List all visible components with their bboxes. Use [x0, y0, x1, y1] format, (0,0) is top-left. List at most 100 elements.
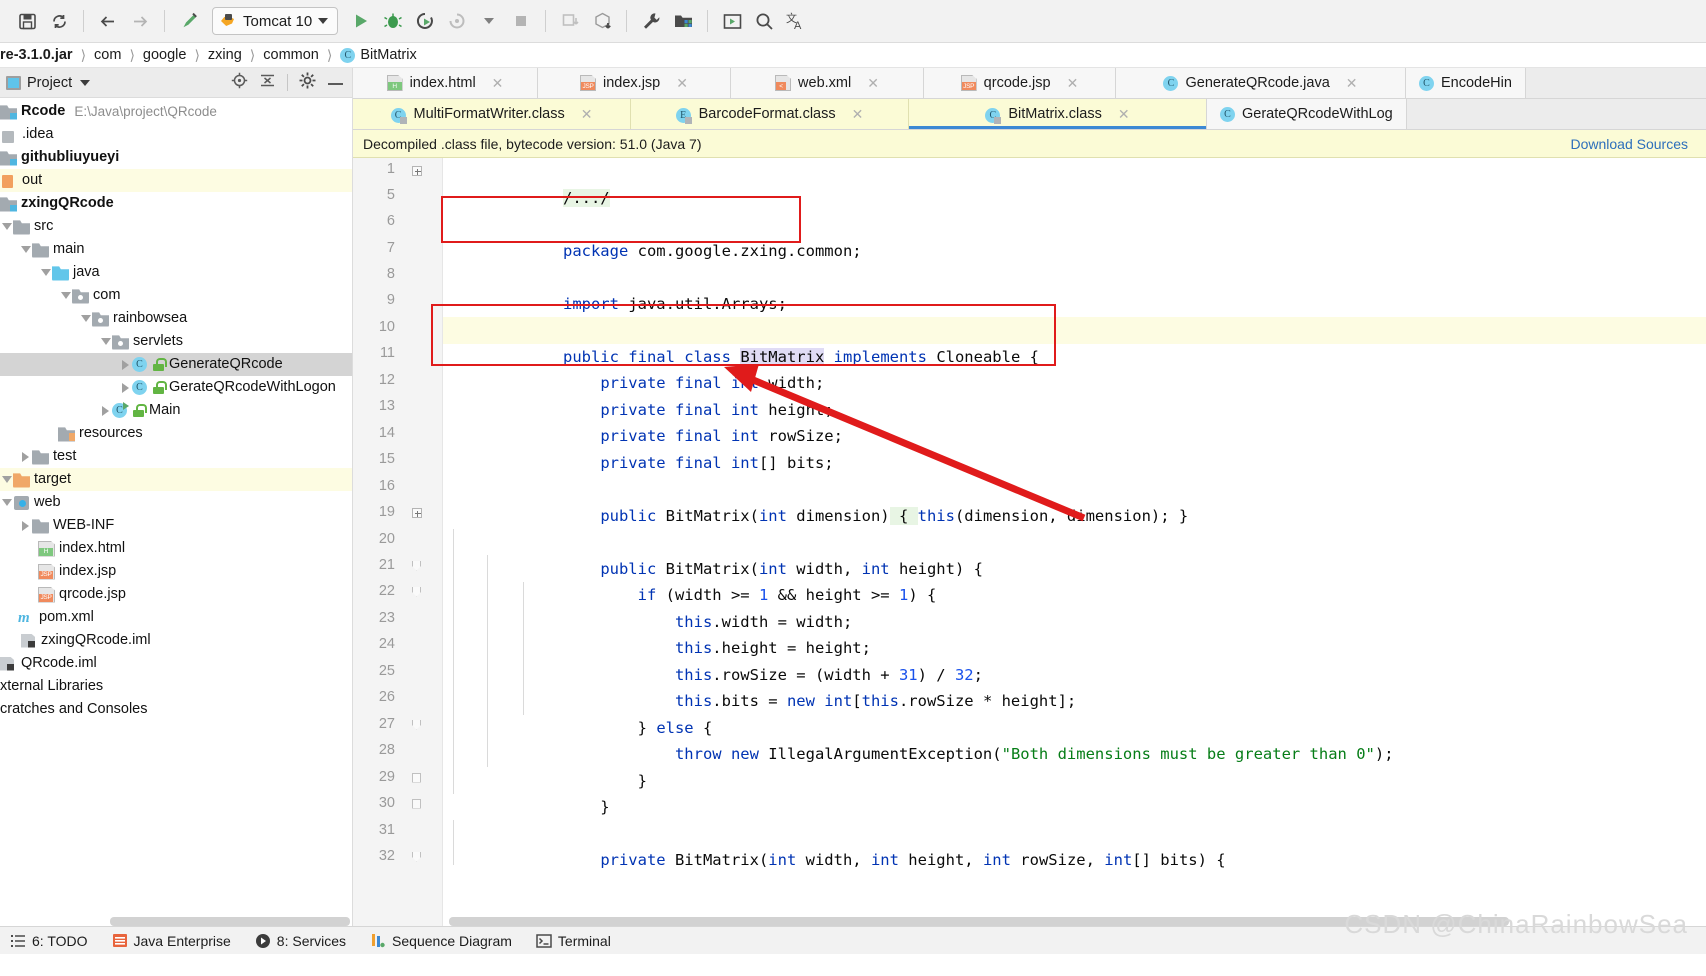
- breadcrumb-item-com[interactable]: com: [94, 47, 121, 63]
- tab-barcodeformat-class[interactable]: E BarcodeFormat.class ✕: [631, 99, 909, 129]
- chevron-down-icon[interactable]: [0, 476, 13, 483]
- close-icon[interactable]: ✕: [1118, 107, 1130, 121]
- fold-collapse-icon[interactable]: [411, 507, 422, 518]
- fold-collapse-icon[interactable]: [411, 719, 422, 730]
- tree-item-idea[interactable]: .idea: [0, 123, 352, 146]
- fold-collapse-icon[interactable]: [411, 560, 422, 571]
- chevron-down-icon[interactable]: [0, 499, 13, 506]
- locate-icon[interactable]: [231, 72, 248, 94]
- breadcrumb-item-bitmatrix[interactable]: C BitMatrix: [340, 47, 416, 63]
- chevron-down-icon[interactable]: [19, 246, 32, 253]
- tree-item-com[interactable]: com: [0, 284, 352, 307]
- tree-item-scratches-consoles[interactable]: cratches and Consoles: [0, 698, 352, 721]
- tree-item-index-html[interactable]: H index.html: [0, 537, 352, 560]
- chevron-down-icon[interactable]: [59, 292, 72, 299]
- tab-encodehint[interactable]: C EncodeHin: [1406, 68, 1526, 98]
- chevron-right-icon[interactable]: [119, 360, 132, 370]
- chevron-down-icon[interactable]: [0, 223, 13, 230]
- editor-gutter[interactable]: 1 5 6 7 8 9 10 11 12 13 14 15 16 19 20 2…: [353, 158, 443, 926]
- fold-expand-icon[interactable]: [411, 165, 422, 176]
- close-icon[interactable]: ✕: [867, 76, 879, 90]
- chevron-right-icon[interactable]: [19, 521, 32, 531]
- deploy-icon[interactable]: [555, 6, 585, 36]
- sidebar-horizontal-scrollbar[interactable]: [110, 917, 350, 926]
- tree-item-gerateqrcodewithlogon[interactable]: C GerateQRcodeWithLogon: [0, 376, 352, 399]
- status-item-java-enterprise[interactable]: Java Enterprise: [112, 933, 231, 949]
- search-everywhere-icon[interactable]: [749, 6, 779, 36]
- tab-web-xml[interactable]: < web.xml ✕: [731, 68, 924, 98]
- fold-collapse-icon[interactable]: [411, 798, 422, 809]
- tree-item-zxingqrcode[interactable]: zxingQRcode: [0, 192, 352, 215]
- tab-generateqrcode-java[interactable]: C GenerateQRcode.java ✕: [1116, 68, 1406, 98]
- tab-index-jsp[interactable]: JSP index.jsp ✕: [538, 68, 731, 98]
- tree-item-qrcode-jsp[interactable]: JSP qrcode.jsp: [0, 583, 352, 606]
- project-tree[interactable]: Rcode E:\Java\project\QRcode .idea githu…: [0, 98, 352, 916]
- tree-item-pom-xml[interactable]: m pom.xml: [0, 606, 352, 629]
- profiler-icon[interactable]: [442, 6, 472, 36]
- tree-item-qrcode-iml[interactable]: QRcode.iml: [0, 652, 352, 675]
- tree-item-out[interactable]: out: [0, 169, 352, 192]
- tree-item-test[interactable]: test: [0, 445, 352, 468]
- tree-item-index-jsp[interactable]: JSP index.jsp: [0, 560, 352, 583]
- tab-index-html[interactable]: H index.html ✕: [353, 68, 538, 98]
- chevron-down-icon[interactable]: [39, 269, 52, 276]
- profiler-chevron-down-icon[interactable]: [474, 6, 504, 36]
- tab-qrcode-jsp[interactable]: JSP qrcode.jsp ✕: [924, 68, 1116, 98]
- collapse-all-icon[interactable]: [259, 72, 276, 94]
- tree-item-target[interactable]: target: [0, 468, 352, 491]
- fold-collapse-icon[interactable]: [411, 772, 422, 783]
- breadcrumb-item-zxing[interactable]: zxing: [208, 47, 242, 63]
- fold-collapse-icon[interactable]: [411, 586, 422, 597]
- tab-gerateqrcodewithlog[interactable]: C GerateQRcodeWithLog: [1207, 99, 1407, 129]
- tree-item-githubliuyueyi[interactable]: githubliuyueyi: [0, 146, 352, 169]
- build-hammer-icon[interactable]: [174, 6, 204, 36]
- back-icon[interactable]: [93, 6, 123, 36]
- chevron-right-icon[interactable]: [19, 452, 32, 462]
- close-icon[interactable]: ✕: [1067, 76, 1079, 90]
- breadcrumb-item-common[interactable]: common: [263, 47, 319, 63]
- close-icon[interactable]: ✕: [492, 76, 504, 90]
- forward-icon[interactable]: [125, 6, 155, 36]
- settings-wrench-icon[interactable]: [636, 6, 666, 36]
- translate-icon[interactable]: 文A: [781, 6, 811, 36]
- chevron-right-icon[interactable]: [99, 406, 112, 416]
- tree-item-project-root[interactable]: Rcode E:\Java\project\QRcode: [0, 100, 352, 123]
- tree-item-main-class[interactable]: C Main: [0, 399, 352, 422]
- tree-item-web-inf[interactable]: WEB-INF: [0, 514, 352, 537]
- update-application-icon[interactable]: [587, 6, 617, 36]
- select-opened-file-icon[interactable]: [717, 6, 747, 36]
- settings-gear-icon[interactable]: [299, 72, 316, 94]
- download-sources-link[interactable]: Download Sources: [1570, 136, 1688, 152]
- editor-horizontal-scrollbar[interactable]: [449, 917, 1509, 926]
- code-text[interactable]: /.../ package com.google.zxing.common; i…: [443, 158, 1706, 926]
- tree-item-resources[interactable]: resources: [0, 422, 352, 445]
- tab-bitmatrix-class[interactable]: C BitMatrix.class ✕: [909, 99, 1207, 129]
- chevron-down-icon[interactable]: [80, 80, 90, 86]
- close-icon[interactable]: ✕: [852, 107, 864, 121]
- close-icon[interactable]: ✕: [1346, 76, 1358, 90]
- chevron-down-icon[interactable]: [99, 338, 112, 345]
- close-icon[interactable]: ✕: [676, 76, 688, 90]
- tree-item-main[interactable]: main: [0, 238, 352, 261]
- tree-item-web[interactable]: web: [0, 491, 352, 514]
- run-icon[interactable]: [346, 6, 376, 36]
- status-item-services[interactable]: 8: Services: [255, 933, 346, 949]
- tab-multiformatwriter-class[interactable]: C MultiFormatWriter.class ✕: [353, 99, 631, 129]
- tree-item-java[interactable]: java: [0, 261, 352, 284]
- close-icon[interactable]: ✕: [581, 107, 593, 121]
- debug-icon[interactable]: [378, 6, 408, 36]
- tree-item-servlets[interactable]: servlets: [0, 330, 352, 353]
- project-structure-icon[interactable]: [668, 6, 698, 36]
- tree-item-src[interactable]: src: [0, 215, 352, 238]
- tree-item-generateqrcode[interactable]: C GenerateQRcode: [0, 353, 352, 376]
- breadcrumb-item-jar[interactable]: re-3.1.0.jar: [0, 47, 73, 63]
- code-viewer[interactable]: 1 5 6 7 8 9 10 11 12 13 14 15 16 19 20 2…: [353, 158, 1706, 926]
- fold-collapse-icon[interactable]: [411, 851, 422, 862]
- chevron-down-icon[interactable]: [79, 315, 92, 322]
- status-item-sequence-diagram[interactable]: Sequence Diagram: [370, 933, 512, 949]
- sync-icon[interactable]: [44, 6, 74, 36]
- tree-item-rainbowsea[interactable]: rainbowsea: [0, 307, 352, 330]
- status-item-terminal[interactable]: Terminal: [536, 933, 611, 949]
- run-configuration-selector[interactable]: Tomcat 10: [212, 7, 338, 35]
- status-item-todo[interactable]: 6: TODO: [10, 933, 88, 949]
